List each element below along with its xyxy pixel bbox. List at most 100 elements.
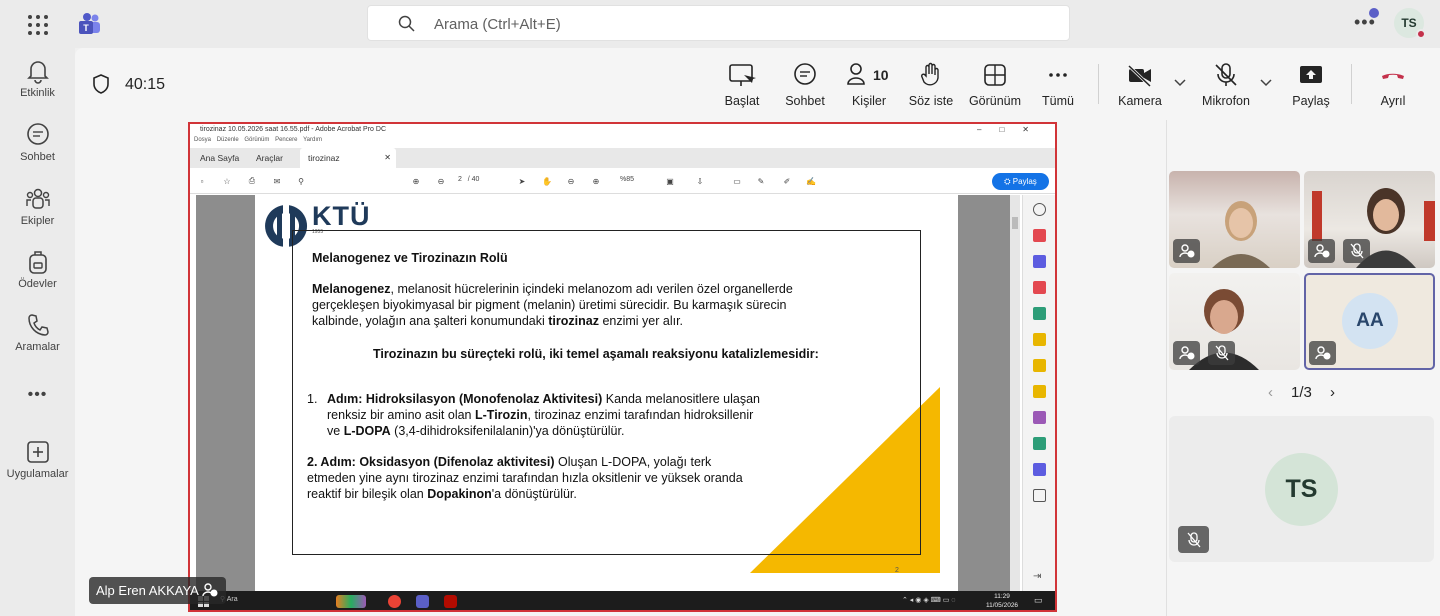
raise-hand-icon bbox=[921, 62, 939, 86]
tab-document[interactable]: tirozinaz 10.05.2026... ✕ bbox=[300, 148, 396, 183]
rail-item-activity[interactable]: Etkinlik bbox=[0, 58, 75, 99]
search-icon bbox=[398, 15, 415, 32]
comment-icon[interactable]: ▭ bbox=[730, 174, 744, 188]
zoom-search-icon[interactable]: ⚲ bbox=[294, 174, 308, 188]
fit-page-icon[interactable]: ▣ bbox=[663, 174, 677, 188]
zoom-out-icon[interactable]: ⊖ bbox=[564, 174, 578, 188]
menu-file[interactable]: Dosya bbox=[194, 137, 211, 143]
people-count: 10 bbox=[873, 67, 889, 83]
teams-taskbar-icon[interactable] bbox=[416, 595, 429, 608]
page-up-icon[interactable]: ⊕ bbox=[409, 174, 423, 188]
self-view-tile[interactable]: TS bbox=[1169, 416, 1434, 562]
camera-options-chevron-down-icon[interactable] bbox=[1173, 78, 1187, 88]
more-tools-icon[interactable] bbox=[1033, 489, 1046, 502]
participant-tile-aa[interactable]: AA bbox=[1304, 273, 1435, 370]
organize-pages-icon[interactable] bbox=[1033, 281, 1046, 294]
page-total: / 40 bbox=[467, 176, 480, 183]
more-button[interactable]: Tümü bbox=[1041, 62, 1075, 108]
menu-help[interactable]: Yardım bbox=[303, 137, 322, 143]
hand-tool-icon[interactable]: ✋ bbox=[540, 174, 554, 188]
expand-pane-icon[interactable]: ⇥ bbox=[1033, 571, 1046, 584]
rail-item-calls[interactable]: Aramalar bbox=[0, 312, 75, 353]
microphone-off-icon bbox=[1215, 63, 1237, 86]
raise-hand-button[interactable]: Söz iste bbox=[907, 62, 955, 108]
rail-item-apps[interactable]: Uygulamalar bbox=[0, 439, 75, 480]
menu-edit[interactable]: Düzenle bbox=[217, 137, 239, 143]
menu-view[interactable]: Görünüm bbox=[244, 137, 269, 143]
start-button[interactable]: Başlat bbox=[721, 62, 763, 108]
presenter-status-icon bbox=[202, 583, 218, 597]
phone-icon bbox=[27, 314, 49, 336]
tab-home[interactable]: Ana Sayfa bbox=[192, 148, 247, 168]
view-button[interactable]: Görünüm bbox=[968, 62, 1022, 108]
rail-item-assignments[interactable]: Ödevler bbox=[0, 249, 75, 290]
scrollbar-thumb[interactable] bbox=[1012, 217, 1018, 229]
slide-paragraph: Melanogenez, melanosit hücrelerinin için… bbox=[312, 282, 793, 328]
participant-status-icon bbox=[1173, 239, 1200, 263]
export-pdf-icon[interactable] bbox=[1033, 307, 1046, 320]
comment-tool-icon[interactable] bbox=[1033, 385, 1046, 398]
acrobat-share-button[interactable]: ⛭ Paylaş bbox=[992, 173, 1049, 190]
previous-page-chevron-icon[interactable]: ‹ bbox=[1268, 384, 1273, 401]
edit-pdf-icon[interactable] bbox=[1033, 333, 1046, 346]
star-icon[interactable]: ☆ bbox=[220, 174, 234, 188]
notification-center-icon[interactable]: ▭ bbox=[1034, 595, 1043, 606]
participant-video-tile[interactable] bbox=[1304, 171, 1435, 268]
meeting-toolbar: 40:15 Başlat Sohbet Kişiler 10 Söz iste … bbox=[75, 48, 1440, 120]
bell-icon bbox=[26, 61, 49, 84]
protect-icon[interactable] bbox=[1033, 463, 1046, 476]
system-tray-icons[interactable]: ⌃ ◂ ◉ ◈ ⌨ ▭ ◌ bbox=[902, 596, 955, 604]
page-indicator: 2 / 40 bbox=[458, 176, 479, 183]
tab-tools[interactable]: Araçlar bbox=[248, 148, 291, 168]
participant-pane-divider bbox=[1166, 120, 1167, 616]
print-icon[interactable]: ⎙ bbox=[245, 174, 259, 188]
save-icon[interactable]: ▫ bbox=[195, 174, 209, 188]
draw-icon[interactable]: ✐ bbox=[780, 174, 794, 188]
print-production-icon[interactable] bbox=[1033, 437, 1046, 450]
acrobat-titlebar: tirozinaz 10.05.2026 saat 16.55.pdf - Ad… bbox=[190, 124, 1055, 137]
participant-video-tile[interactable] bbox=[1169, 171, 1300, 268]
create-pdf-icon[interactable] bbox=[1033, 229, 1046, 242]
participant-video-feed bbox=[1212, 201, 1270, 268]
rail-item-teams[interactable]: Ekipler bbox=[0, 186, 75, 227]
close-tab-icon[interactable]: ✕ bbox=[384, 148, 391, 168]
email-icon[interactable]: ✉ bbox=[270, 174, 284, 188]
teams-logo-icon: T bbox=[79, 13, 100, 34]
request-signature-icon[interactable] bbox=[1033, 411, 1046, 424]
page-current[interactable]: 2 bbox=[458, 176, 462, 183]
taskbar-clock[interactable]: 11:29 11/05/2026 bbox=[986, 592, 1018, 610]
chrome-icon[interactable] bbox=[388, 595, 401, 608]
taskbar-widget-icon[interactable] bbox=[336, 595, 366, 608]
zoom-level[interactable]: %85 bbox=[620, 176, 634, 183]
more-apps-icon[interactable]: ••• bbox=[0, 386, 75, 404]
highlight-pen-icon[interactable]: ✎ bbox=[754, 174, 768, 188]
camera-button[interactable]: Kamera bbox=[1116, 62, 1164, 108]
sign-icon[interactable]: ✍ bbox=[804, 174, 818, 188]
chat-button[interactable]: Sohbet bbox=[782, 62, 828, 108]
app-launcher-icon[interactable] bbox=[26, 13, 48, 35]
acrobat-taskbar-icon[interactable] bbox=[444, 595, 457, 608]
participant-video-tile[interactable] bbox=[1169, 273, 1300, 370]
next-page-chevron-icon[interactable]: › bbox=[1330, 384, 1335, 401]
menu-window[interactable]: Pencere bbox=[275, 137, 297, 143]
share-button[interactable]: Paylaş bbox=[1291, 62, 1331, 108]
search-box[interactable]: Arama (Ctrl+Alt+E) bbox=[367, 5, 1070, 41]
microphone-options-chevron-down-icon[interactable] bbox=[1259, 78, 1273, 88]
rail-label: Aramalar bbox=[15, 341, 60, 353]
scroll-mode-icon[interactable]: ⇩ bbox=[693, 174, 707, 188]
combine-files-icon[interactable] bbox=[1033, 255, 1046, 268]
zoom-in-icon[interactable]: ⊕ bbox=[589, 174, 603, 188]
rail-label: Ekipler bbox=[20, 215, 55, 227]
select-cursor-icon[interactable]: ➤ bbox=[515, 174, 529, 188]
toolbar-divider bbox=[1351, 64, 1352, 104]
participant-mic-off-icon bbox=[1343, 239, 1370, 263]
hang-up-icon bbox=[1382, 73, 1404, 79]
leave-button[interactable]: Ayrıl bbox=[1373, 62, 1413, 108]
rail-item-chat[interactable]: Sohbet bbox=[0, 122, 75, 163]
zoom-tool-icon[interactable] bbox=[1033, 203, 1046, 216]
rail-label: Sohbet bbox=[20, 151, 55, 163]
page-down-icon[interactable]: ⊖ bbox=[434, 174, 448, 188]
document-scrollbar[interactable] bbox=[1010, 195, 1020, 591]
microphone-button[interactable]: Mikrofon bbox=[1198, 62, 1254, 108]
fill-sign-icon[interactable] bbox=[1033, 359, 1046, 372]
